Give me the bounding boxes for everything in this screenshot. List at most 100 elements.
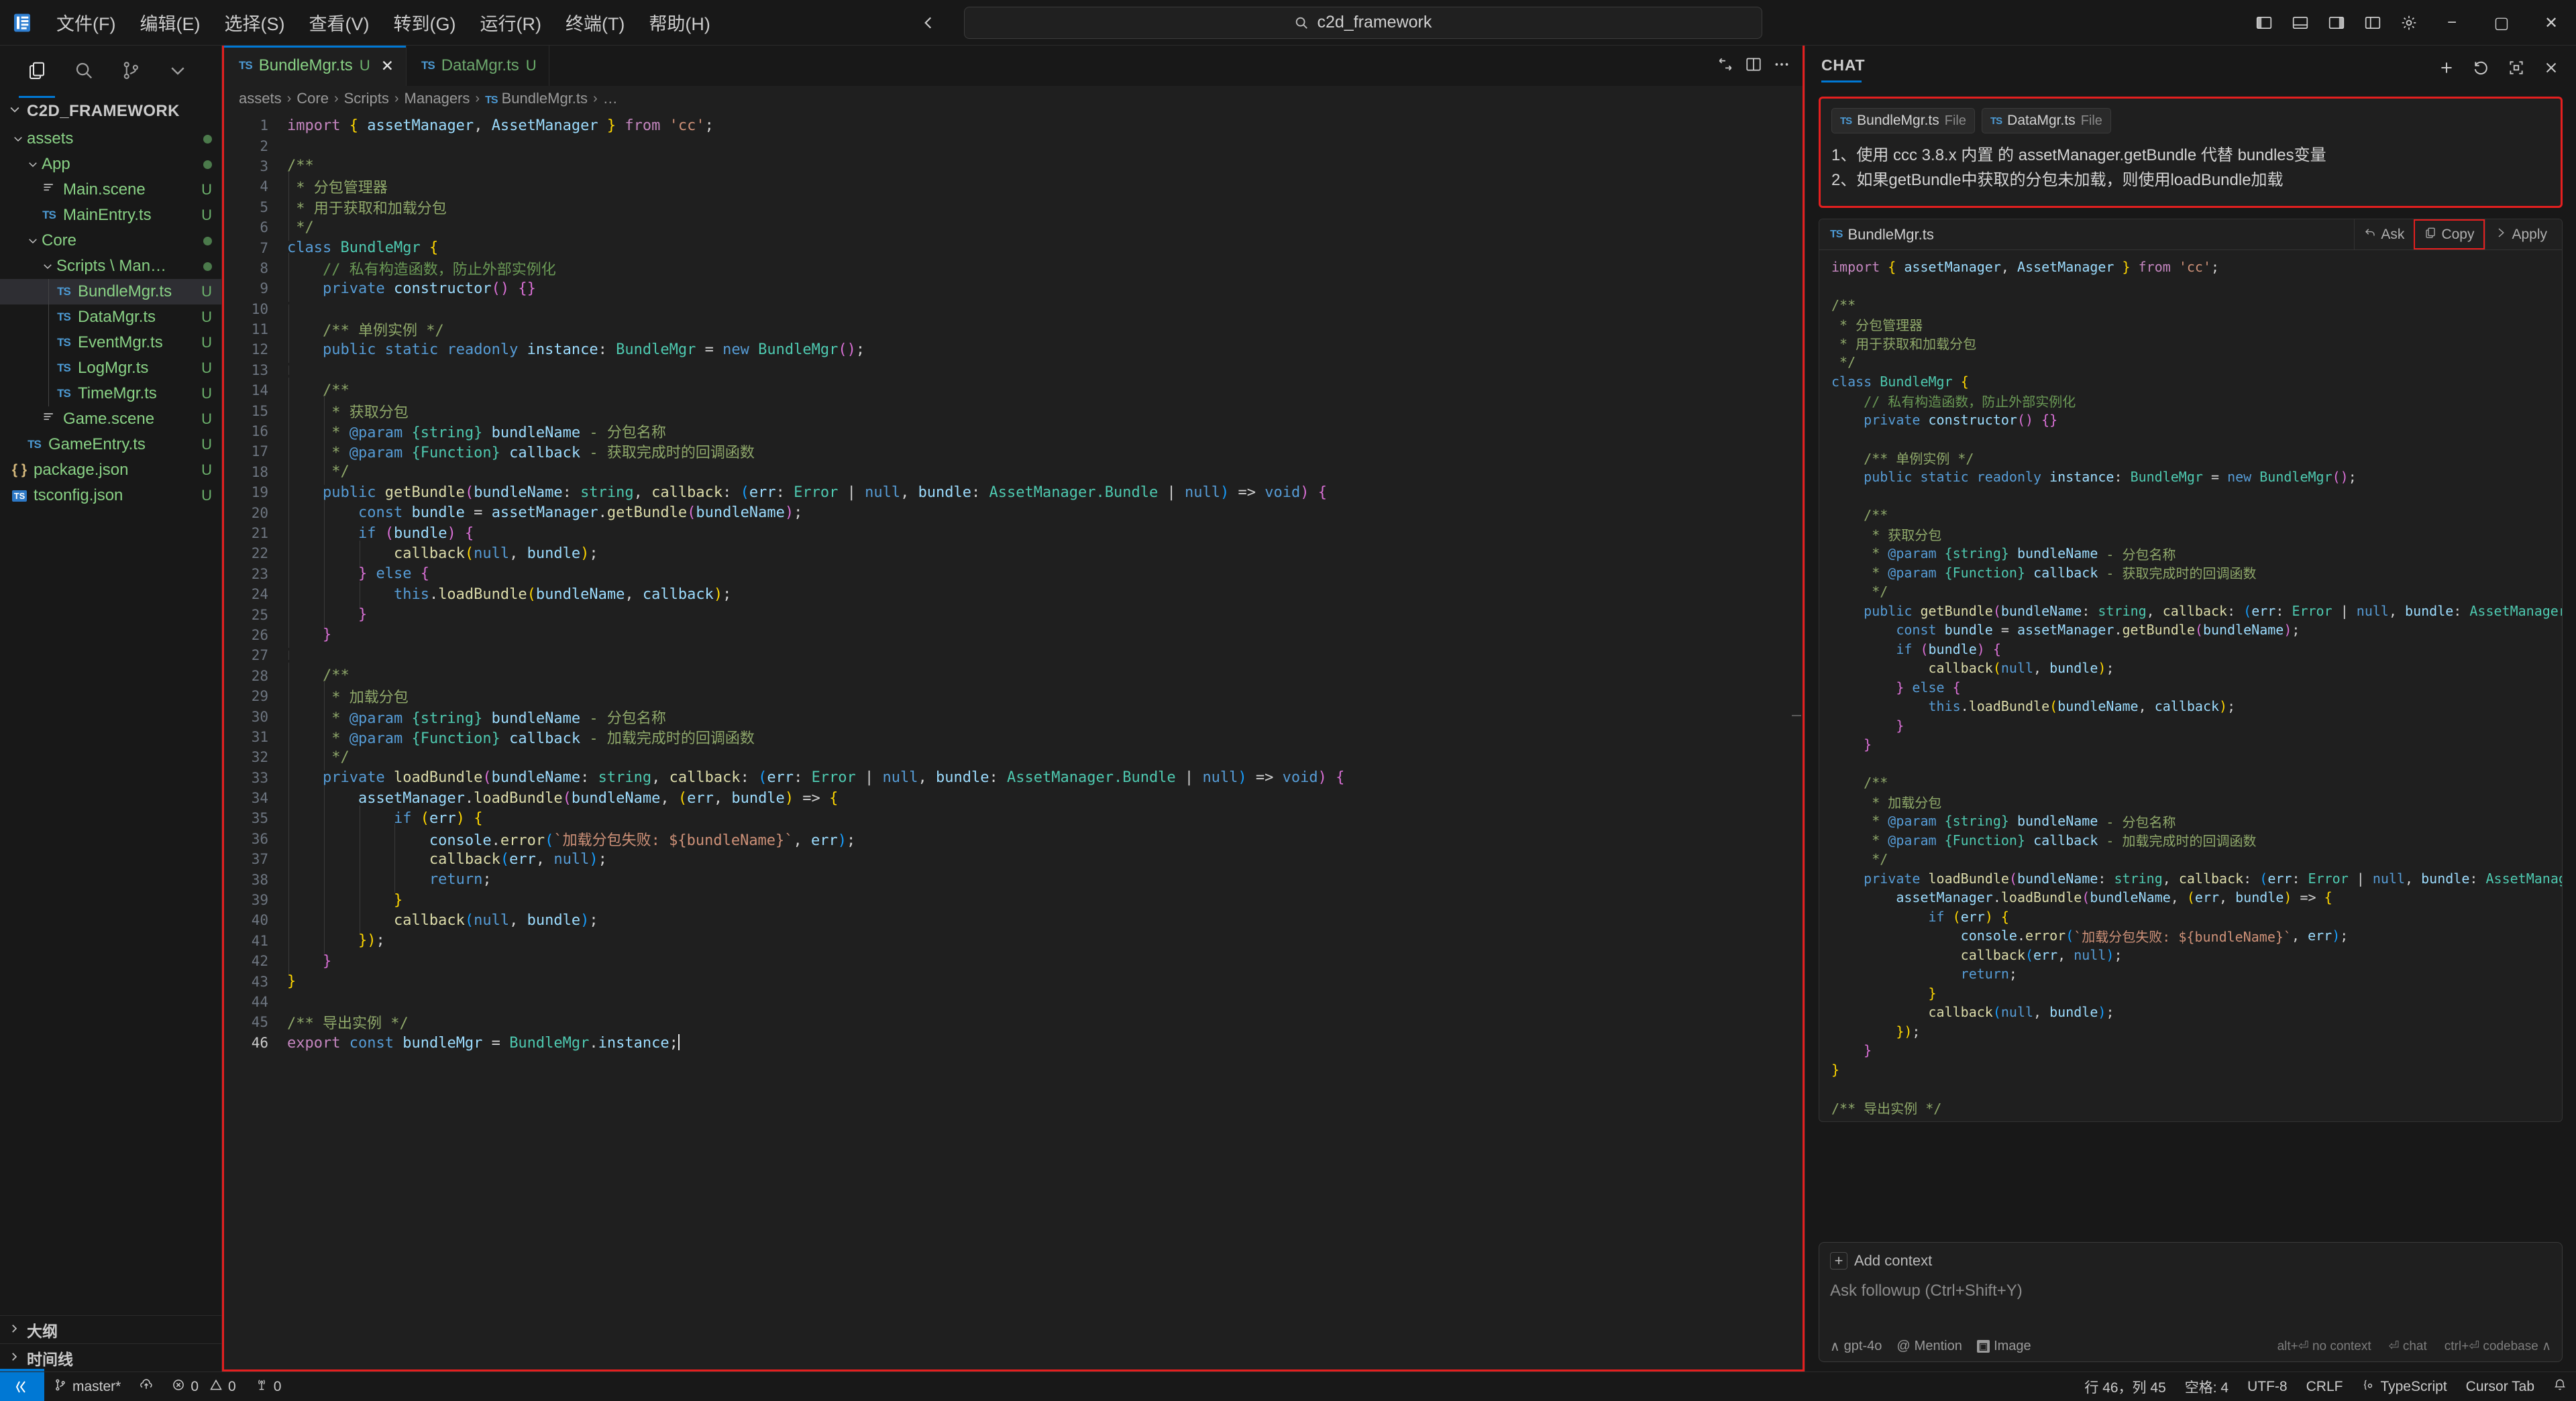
remote-window-icon[interactable] xyxy=(0,1372,44,1401)
menu-file[interactable]: 文件(F) xyxy=(44,5,127,40)
status-notifications[interactable] xyxy=(2544,1378,2576,1396)
ask-button[interactable]: Ask xyxy=(2354,219,2414,250)
breadcrumb-segment[interactable]: Scripts xyxy=(344,90,389,107)
toggle-primary-sidebar-icon[interactable] xyxy=(2246,0,2282,46)
code-line: 19 public getBundle(bundleName: string, … xyxy=(224,479,1803,506)
chat-title: CHAT xyxy=(1821,56,1865,82)
history-icon[interactable] xyxy=(2473,59,2490,80)
tree-item-game-scene[interactable]: Game.scene U xyxy=(0,406,221,432)
sidebar-section-outline[interactable]: 大纲 xyxy=(0,1315,221,1343)
tree-item-bundlemgr-ts[interactable]: TS BundleMgr.ts U xyxy=(0,279,221,304)
menu-run[interactable]: 运行(R) xyxy=(468,5,553,40)
status-indentation[interactable]: 空格: 4 xyxy=(2176,1377,2238,1397)
status-encoding[interactable]: UTF-8 xyxy=(2238,1379,2297,1395)
tree-item-assets[interactable]: assets xyxy=(0,126,221,152)
tree-item-tsconfig-json[interactable]: TS tsconfig.json U xyxy=(0,483,221,508)
breadcrumb-segment[interactable]: Managers xyxy=(405,90,470,107)
workbench: C2D_FRAMEWORK assets App Main.scene U TS Main… xyxy=(0,46,2576,1371)
chat-input[interactable]: Ask followup (Ctrl+Shift+Y) xyxy=(1830,1270,2551,1331)
menu-select[interactable]: 选择(S) xyxy=(212,5,297,40)
menu-go[interactable]: 转到(G) xyxy=(381,5,468,40)
status-language-mode[interactable]: TypeScript xyxy=(2352,1378,2456,1396)
apply-button[interactable]: Apply xyxy=(2485,219,2557,250)
hint-no-context: alt+⏎ no context xyxy=(2277,1339,2371,1353)
expand-chat-icon[interactable] xyxy=(2508,59,2525,80)
breadcrumb-segment[interactable]: Core xyxy=(297,90,329,107)
chevron-right-icon xyxy=(8,1321,20,1339)
more-actions-icon[interactable] xyxy=(1773,56,1790,76)
window-maximize-button[interactable]: ▢ xyxy=(2477,0,2526,46)
status-cursor-position[interactable]: 行 46，列 45 xyxy=(2075,1377,2175,1397)
tree-item-main-scene[interactable]: Main.scene U xyxy=(0,177,221,203)
close-icon[interactable]: ✕ xyxy=(381,57,394,75)
titlebar-right-group: − ▢ ✕ xyxy=(2246,0,2576,46)
settings-gear-icon[interactable] xyxy=(2391,0,2427,46)
menu-terminal[interactable]: 终端(T) xyxy=(553,5,637,40)
file-explorer-tree[interactable]: assets App Main.scene U TS MainEntry.ts U Core S… xyxy=(0,125,221,1315)
status-sync[interactable] xyxy=(130,1372,162,1401)
close-icon[interactable] xyxy=(2542,59,2560,80)
add-context-button[interactable]: + Add context xyxy=(1830,1252,2551,1270)
tree-item-package-json[interactable]: { } package.json U xyxy=(0,457,221,483)
toggle-secondary-sidebar-icon[interactable] xyxy=(2318,0,2355,46)
image-button[interactable]: ▣ Image xyxy=(1976,1339,2031,1354)
line-number: 14 xyxy=(251,382,268,399)
tree-item-timemgr-ts[interactable]: TS TimeMgr.ts U xyxy=(0,381,221,406)
window-minimize-button[interactable]: − xyxy=(2427,0,2477,46)
model-selector[interactable]: ∧ gpt-4o xyxy=(1830,1338,1882,1355)
tree-item-datamgr-ts[interactable]: TS DataMgr.ts U xyxy=(0,304,221,330)
code-line-text: * 分包管理器 xyxy=(287,171,1803,203)
tree-item-core[interactable]: Core xyxy=(0,228,221,254)
menu-edit[interactable]: 编辑(E) xyxy=(127,5,212,40)
code-editor[interactable]: 1 import { assetManager, AssetManager } f… xyxy=(224,111,1803,1369)
editor-tab-bundlemgr[interactable]: TS BundleMgr.ts U ✕ xyxy=(224,46,407,86)
copy-button[interactable]: Copy xyxy=(2414,219,2485,250)
tree-item-scripts-man-[interactable]: Scripts \ Man… xyxy=(0,254,221,279)
code-line: return; xyxy=(1960,966,2017,983)
sidebar-more-icon[interactable] xyxy=(154,51,201,93)
status-branch[interactable]: master* xyxy=(44,1372,130,1401)
menu-help[interactable]: 帮助(H) xyxy=(637,5,722,40)
context-chip-bundlemgr[interactable]: TS BundleMgr.ts File xyxy=(1831,108,1975,133)
window-close-button[interactable]: ✕ xyxy=(2526,0,2576,46)
mention-button[interactable]: @ Mention xyxy=(1896,1339,1962,1354)
context-chip-datamgr[interactable]: TS DataMgr.ts File xyxy=(1981,108,2111,133)
split-editor-right-icon[interactable] xyxy=(1745,56,1762,76)
status-ports[interactable]: 0 xyxy=(246,1372,291,1401)
sidebar-item-explorer[interactable] xyxy=(13,51,60,98)
menu-view[interactable]: 查看(V) xyxy=(297,5,381,40)
ask-icon xyxy=(2364,227,2376,243)
text-cursor xyxy=(678,1033,680,1050)
code-line: 20 const bundle = assetManager.getBundle… xyxy=(224,500,1803,526)
tree-item-gameentry-ts[interactable]: TS GameEntry.ts U xyxy=(0,432,221,457)
breadcrumb-separator: › xyxy=(333,91,339,106)
breadcrumb-segment[interactable]: … xyxy=(603,90,618,107)
breadcrumb[interactable]: assets › Core › Scripts › Managers › TS BundleMg… xyxy=(224,86,1803,111)
customize-layout-icon[interactable] xyxy=(2355,0,2391,46)
tree-item-eventmgr-ts[interactable]: TS EventMgr.ts U xyxy=(0,330,221,355)
arrow-left-icon[interactable] xyxy=(910,7,947,38)
sidebar-item-source-control[interactable] xyxy=(107,51,154,93)
code-line-text: if (bundle) { xyxy=(287,520,1803,547)
chat-header: CHAT xyxy=(1805,46,2576,93)
tree-item-logmgr-ts[interactable]: TS LogMgr.ts U xyxy=(0,355,221,381)
line-number: 44 xyxy=(251,993,268,1010)
editor-tab-datamgr[interactable]: TS DataMgr.ts U xyxy=(406,46,549,86)
workspace-root-row[interactable]: C2D_FRAMEWORK xyxy=(0,98,221,125)
tree-item-mainentry-ts[interactable]: TS MainEntry.ts U xyxy=(0,203,221,228)
status-problems[interactable]: 0 0 xyxy=(162,1372,245,1401)
open-changes-icon[interactable] xyxy=(1717,56,1734,76)
new-chat-icon[interactable] xyxy=(2438,59,2455,80)
sidebar-item-search[interactable] xyxy=(60,51,107,93)
tree-item-app[interactable]: App xyxy=(0,152,221,177)
breadcrumb-segment[interactable]: TS BundleMgr.ts xyxy=(485,90,588,107)
search-input[interactable]: c2d_framework xyxy=(963,6,1762,39)
status-eol[interactable]: CRLF xyxy=(2297,1379,2353,1395)
breadcrumb-segment[interactable]: assets xyxy=(239,90,282,107)
chat-composer[interactable]: + Add context Ask followup (Ctrl+Shift+Y… xyxy=(1819,1242,2563,1362)
sidebar-section-timeline[interactable]: 时间线 xyxy=(0,1343,221,1371)
status-cursor-tab[interactable]: Cursor Tab xyxy=(2457,1379,2544,1395)
code-line-text: console.error(`加载分包失败: ${bundleName}`, e… xyxy=(287,823,1803,854)
toggle-panel-icon[interactable] xyxy=(2282,0,2318,46)
